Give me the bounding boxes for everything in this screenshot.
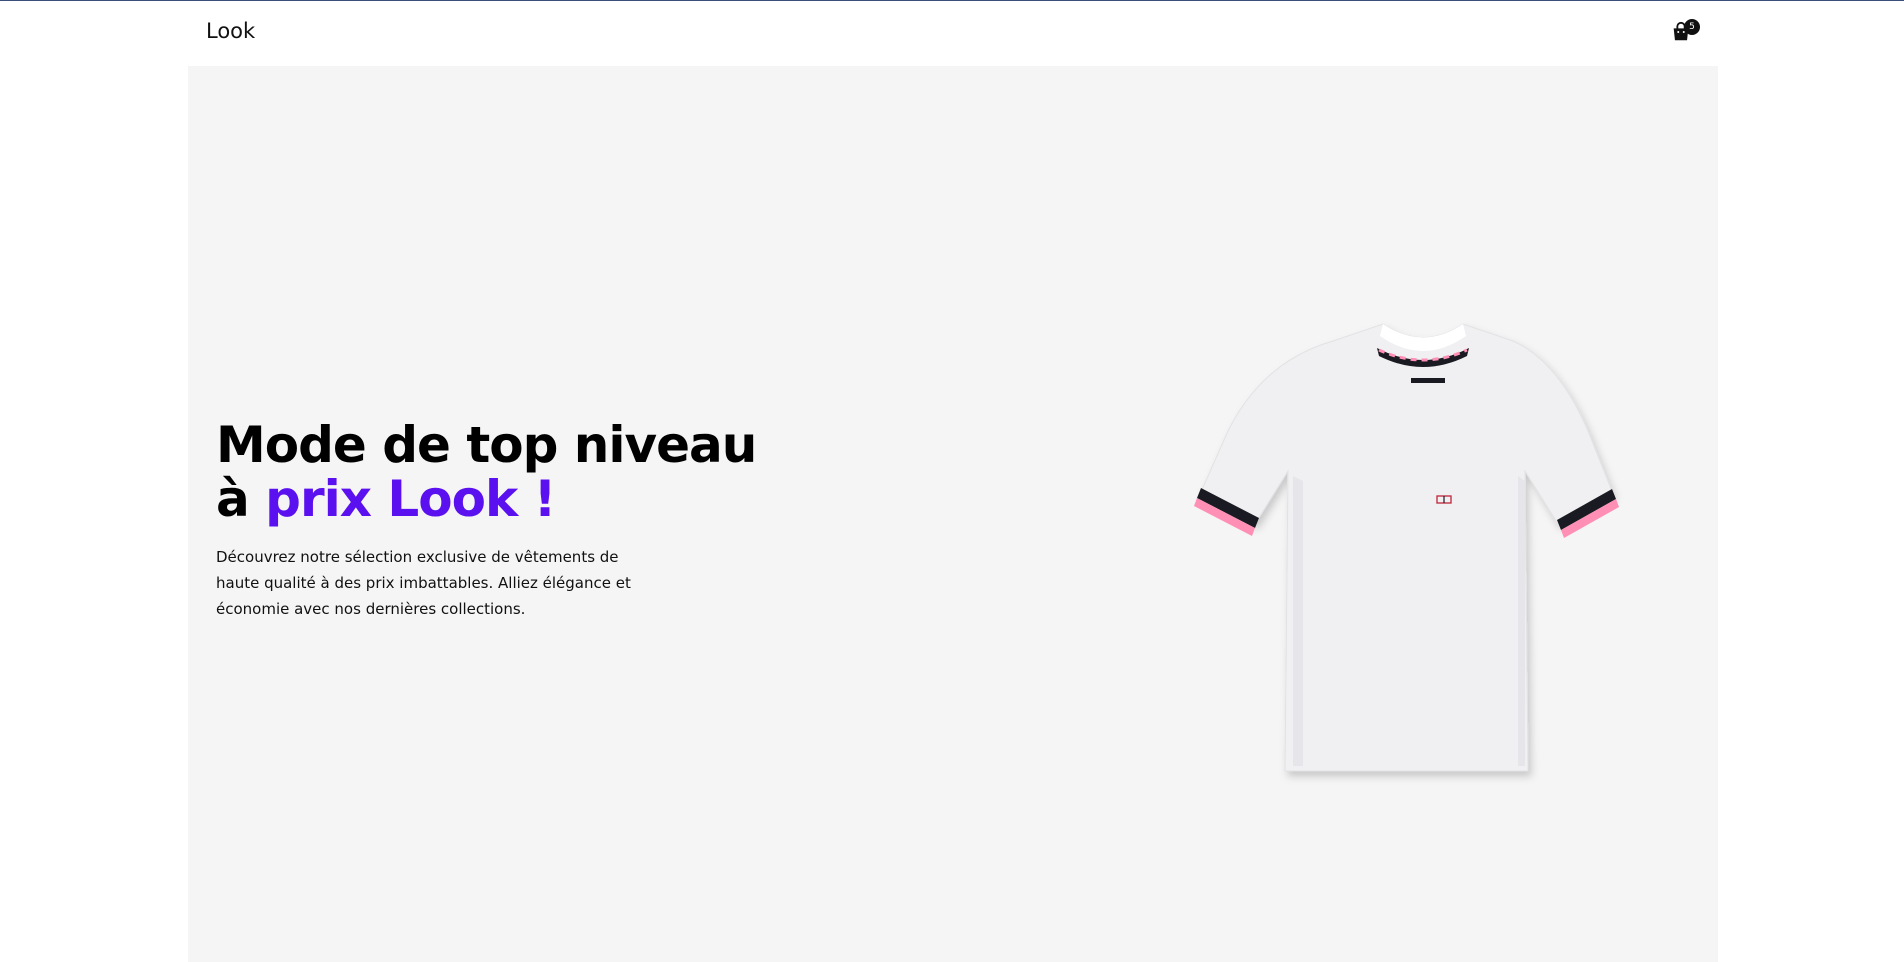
tshirt-product-image <box>1194 323 1619 772</box>
hero-banner: Mode de top niveau à prix Look ! Découvr… <box>188 66 1718 962</box>
cart-count-badge: 5 <box>1684 19 1700 35</box>
hero-title: Mode de top niveau à prix Look ! <box>216 416 757 528</box>
hero-description: Découvrez notre sélection exclusive de v… <box>216 548 631 618</box>
hero-title-line1: Mode de top niveau <box>216 416 757 474</box>
site-logo[interactable]: Look <box>206 19 255 43</box>
hero-title-line2-prefix: à <box>216 470 266 528</box>
cart-button[interactable]: 5 <box>1666 17 1700 47</box>
site-header: Look 5 <box>188 1 1718 65</box>
hero-title-accent: prix Look ! <box>265 470 556 528</box>
